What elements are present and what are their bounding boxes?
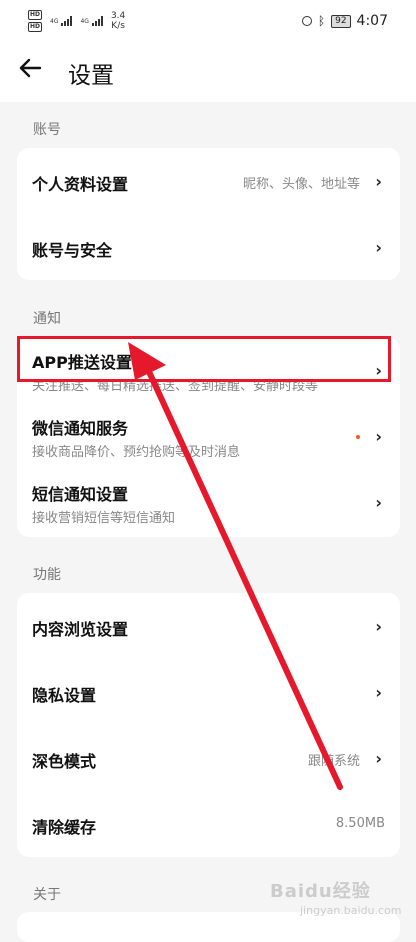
- status-right: ᛒ 92 4:07: [301, 13, 388, 29]
- section-label-notify: 通知: [33, 311, 61, 327]
- row-value: 昵称、头像、地址等: [242, 177, 360, 192]
- row-title: 清除缓存: [32, 818, 97, 837]
- bluetooth-icon: ᛒ: [317, 14, 326, 28]
- row-title: 内容浏览设置: [32, 620, 129, 639]
- card-features: 内容浏览设置 › 隐私设置 › 深色模式 跟随系统 › 清除缓存 8.50MB: [17, 593, 400, 857]
- watermark-logo: Baidu经验: [270, 881, 371, 902]
- signal-tag-2: 4G: [80, 17, 89, 25]
- row-title: 深色模式: [32, 752, 97, 771]
- battery-icon: 92: [331, 14, 351, 28]
- row-subtitle: 接收商品降价、预约抢购等及时消息: [32, 445, 241, 460]
- row-dark-mode[interactable]: 深色模式 跟随系统 ›: [17, 725, 400, 791]
- section-label-about: 关于: [33, 887, 61, 903]
- section-label-account: 账号: [33, 122, 61, 138]
- hd-badge-1: HD: [28, 10, 43, 20]
- signal-2: 4G: [80, 16, 103, 26]
- status-bar: HD HD 4G 4G 3.4 K/s ᛒ 92 4:07: [0, 0, 416, 40]
- row-clear-cache[interactable]: 清除缓存 8.50MB: [17, 791, 400, 857]
- annotation-highlight-box: [17, 336, 391, 382]
- row-account-security[interactable]: 账号与安全 ›: [17, 214, 400, 280]
- status-left: HD HD 4G 4G 3.4 K/s: [28, 10, 125, 32]
- row-value: 跟随系统: [307, 754, 360, 769]
- hd-badges: HD HD: [28, 10, 43, 32]
- row-subtitle: 接收营销短信等短信通知: [32, 511, 176, 526]
- chevron-right-icon: ›: [375, 427, 382, 446]
- speed-value: 3.4: [110, 11, 126, 21]
- card-account: 个人资料设置 昵称、头像、地址等 › 账号与安全 ›: [17, 148, 400, 280]
- chevron-right-icon: ›: [375, 172, 382, 191]
- signal-bars-icon: [91, 16, 103, 26]
- row-title: 微信通知服务: [32, 419, 129, 438]
- chevron-right-icon: ›: [375, 238, 382, 257]
- watermark-url: jingyan.baidu.com: [300, 904, 402, 917]
- page-title: 设置: [68, 63, 114, 89]
- row-sms-notify[interactable]: 短信通知设置 接收营销短信等短信通知 ›: [17, 469, 400, 535]
- signal-tag-1: 4G: [50, 17, 59, 25]
- chevron-right-icon: ›: [375, 617, 382, 636]
- unread-dot-badge: [356, 435, 360, 439]
- hd-badge-2: HD: [28, 22, 43, 32]
- row-title: 账号与安全: [32, 241, 113, 260]
- alarm-icon: [301, 16, 312, 26]
- chevron-right-icon: ›: [375, 749, 382, 768]
- page-header: 设置: [0, 40, 416, 102]
- row-title: 短信通知设置: [32, 485, 129, 504]
- row-privacy-settings[interactable]: 隐私设置 ›: [17, 659, 400, 725]
- network-speed: 3.4 K/s: [111, 11, 125, 31]
- signal-bars-icon: [61, 16, 73, 26]
- chevron-right-icon: ›: [375, 683, 382, 702]
- row-content-browsing[interactable]: 内容浏览设置 ›: [17, 593, 400, 659]
- signal-1: 4G: [50, 16, 73, 26]
- back-arrow-icon[interactable]: [16, 54, 44, 82]
- row-wechat-notify[interactable]: 微信通知服务 接收商品降价、预约抢购等及时消息 ›: [17, 403, 400, 469]
- row-profile-settings[interactable]: 个人资料设置 昵称、头像、地址等 ›: [17, 148, 400, 214]
- row-title: 个人资料设置: [32, 175, 129, 194]
- row-value: 8.50MB: [335, 816, 385, 831]
- row-title: 隐私设置: [32, 686, 97, 705]
- chevron-right-icon: ›: [375, 493, 382, 512]
- clock: 4:07: [356, 13, 388, 29]
- speed-unit: K/s: [111, 21, 125, 31]
- section-label-features: 功能: [33, 567, 61, 583]
